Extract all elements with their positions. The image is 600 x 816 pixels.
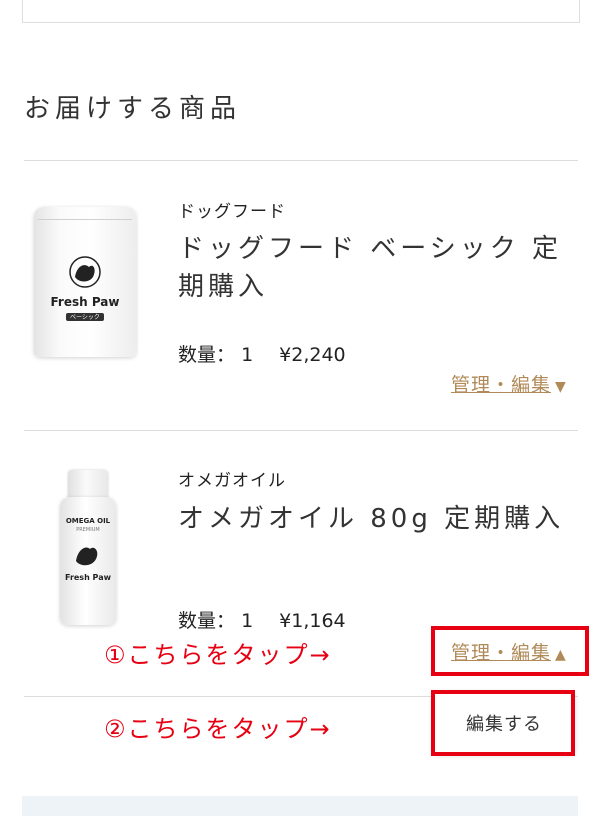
product-quantity-price: 数量： 1 ¥2,240: [178, 340, 346, 367]
package-tag: ベーシック: [70, 314, 100, 321]
product-category: オメガオイル: [178, 471, 286, 491]
highlight-box-step-2: [431, 690, 575, 756]
bottle-cap: [68, 470, 108, 500]
chevron-down-icon[interactable]: ▼: [555, 379, 566, 395]
manage-edit-label[interactable]: 管理・編集: [451, 642, 551, 664]
quantity-value: 1: [241, 610, 254, 632]
price-value: ¥2,240: [279, 344, 346, 366]
package-brand: Fresh Paw: [50, 295, 120, 309]
dog-logo-icon: [76, 547, 98, 566]
bottle-brand: Fresh Paw: [64, 573, 111, 582]
bottle-grade-label: PREMIUM: [76, 527, 100, 533]
manage-edit-label[interactable]: 管理・編集: [451, 374, 551, 396]
product-name: オメガオイル 80g 定期購入: [178, 504, 565, 534]
product-image-omega-oil: OMEGA OIL PREMIUM Fresh Paw: [60, 497, 116, 625]
next-section-band: [22, 796, 578, 816]
quantity-label: 数量：: [178, 610, 236, 632]
product-image-dog-food: Fresh Paw ベーシック: [34, 207, 136, 357]
section-title: お届けする商品: [24, 94, 242, 124]
annotation-step-2: ②こちらをタップ→: [104, 715, 332, 743]
dog-logo-icon: [69, 256, 101, 288]
manage-edit-link[interactable]: 管理・編集 ▼: [451, 370, 566, 397]
quantity-label: 数量：: [178, 344, 236, 366]
price-value: ¥1,164: [279, 610, 346, 632]
bottle-product-label: OMEGA OIL: [65, 517, 111, 525]
product-category: ドッグフード: [178, 202, 286, 222]
previous-section-box: [22, 0, 580, 23]
manage-edit-link[interactable]: 管理・編集 ▲: [451, 638, 566, 665]
chevron-up-icon[interactable]: ▲: [555, 647, 566, 663]
package-tag-band: ベーシック: [66, 313, 104, 321]
product-divider: [24, 430, 578, 431]
product-quantity-price: 数量： 1 ¥1,164: [178, 606, 346, 633]
annotation-step-1: ①こちらをタップ→: [104, 641, 332, 669]
quantity-value: 1: [241, 344, 254, 366]
product-name: ドッグフード ベーシック 定期購入: [178, 234, 563, 302]
section-divider: [24, 160, 578, 161]
